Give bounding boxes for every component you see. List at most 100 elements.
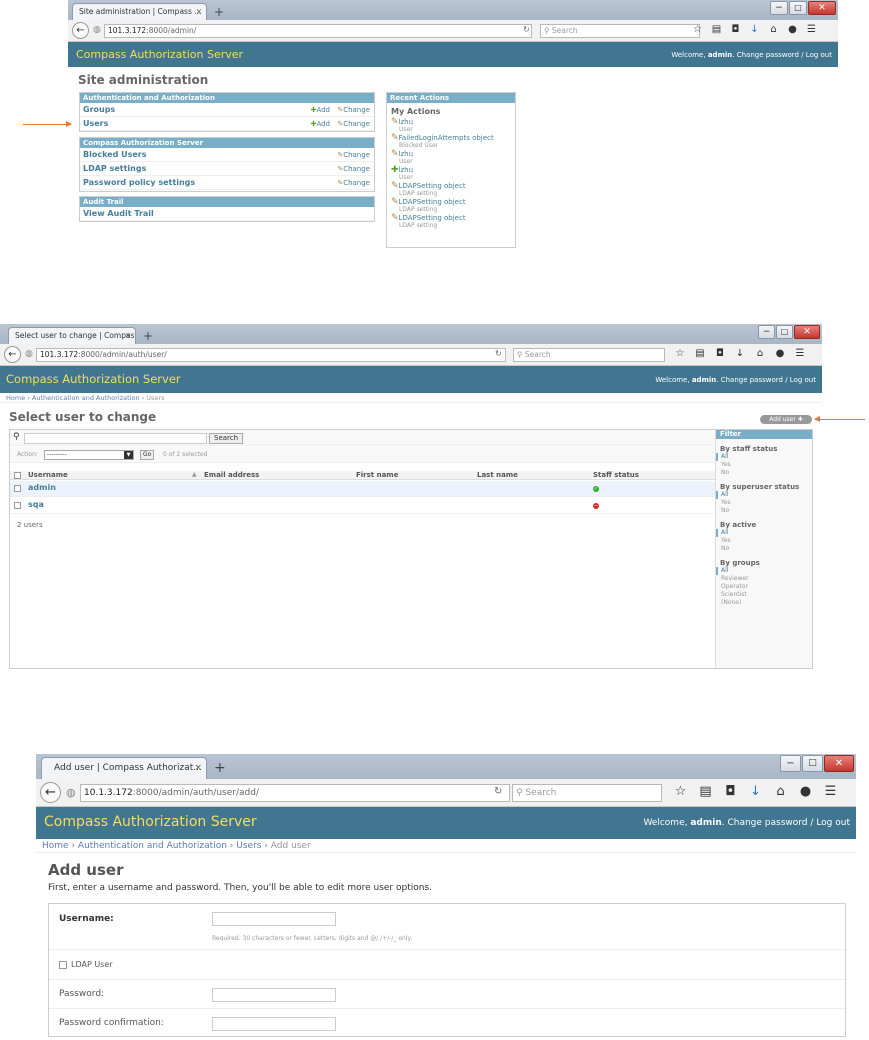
star-icon[interactable]: ☆ <box>688 24 707 35</box>
browser-tab[interactable]: Site administration | Compass ... × <box>72 3 207 20</box>
change-link[interactable]: ✎Change <box>337 162 370 176</box>
recent-action-link[interactable]: FailedLoginAttempts object <box>399 134 494 142</box>
change-link[interactable]: ✎Change <box>337 117 370 131</box>
reload-icon[interactable]: ↻ <box>523 25 530 34</box>
go-button[interactable]: Go <box>140 450 155 460</box>
new-tab-icon[interactable]: + <box>214 4 224 20</box>
column-header-email[interactable]: Email address <box>204 471 259 480</box>
address-bar[interactable]: 101.3.172:8000/admin/auth/user/ <box>36 348 506 362</box>
address-bar[interactable]: 101.3.172:8000/admin/ <box>104 24 532 38</box>
change-password-link[interactable]: Change password <box>737 51 799 59</box>
minimize-icon[interactable]: − <box>780 755 801 772</box>
filter-option[interactable]: No <box>716 507 812 515</box>
change-password-link[interactable]: Change password <box>721 376 783 384</box>
close-window-icon[interactable]: ✕ <box>794 325 820 339</box>
filter-option[interactable]: Scientist <box>716 591 812 599</box>
change-password-link[interactable]: Change password <box>727 818 807 828</box>
maximize-icon[interactable]: □ <box>776 325 793 339</box>
column-header-first-name[interactable]: First name <box>356 471 398 480</box>
password-input[interactable] <box>212 988 336 1002</box>
recent-action-link[interactable]: LDAPSetting object <box>399 182 466 190</box>
close-window-icon[interactable]: ✕ <box>824 755 854 772</box>
filter-option[interactable]: No <box>716 545 812 553</box>
column-header-username[interactable]: Username <box>28 471 68 480</box>
change-link[interactable]: ✎Change <box>337 148 370 162</box>
chat-icon[interactable]: ● <box>783 24 802 35</box>
filter-option[interactable]: Yes <box>716 499 812 507</box>
download-icon[interactable]: ↓ <box>730 348 750 359</box>
reload-icon[interactable]: ↻ <box>495 349 502 358</box>
breadcrumb-auth[interactable]: Authentication and Authorization <box>32 394 140 402</box>
hamburger-icon[interactable]: ☰ <box>818 784 843 799</box>
search-bar[interactable]: ⚲ Search <box>513 348 665 362</box>
model-link-groups[interactable]: Groups <box>83 105 115 114</box>
close-window-icon[interactable]: ✕ <box>808 1 836 15</box>
arrow-left-icon[interactable]: ← <box>4 346 21 363</box>
username-link[interactable]: sqa <box>28 500 44 509</box>
close-icon[interactable]: × <box>125 328 131 344</box>
chat-icon[interactable]: ● <box>770 348 790 359</box>
chat-icon[interactable]: ● <box>793 784 818 799</box>
changelist-search-input[interactable] <box>24 433 207 444</box>
search-button[interactable]: Search <box>209 433 244 444</box>
logout-link[interactable]: Log out <box>806 51 832 59</box>
breadcrumb-home[interactable]: Home <box>6 394 25 402</box>
address-bar[interactable]: 10.1.3.172:8000/admin/auth/user/add/ <box>80 784 510 802</box>
model-link-users[interactable]: Users <box>83 119 108 128</box>
home-icon[interactable]: ⌂ <box>768 784 793 799</box>
row-checkbox[interactable] <box>14 502 21 509</box>
filter-option[interactable]: All <box>716 529 812 537</box>
download-icon[interactable]: ↓ <box>745 24 764 35</box>
hamburger-icon[interactable]: ☰ <box>790 348 810 359</box>
ldap-user-checkbox[interactable] <box>59 961 67 969</box>
model-link-blocked-users[interactable]: Blocked Users <box>83 150 147 159</box>
filter-option[interactable]: All <box>716 567 812 575</box>
reload-icon[interactable]: ↻ <box>494 786 502 797</box>
username-link[interactable]: admin <box>28 483 56 492</box>
sort-ascending-icon[interactable]: ▲ <box>192 471 197 478</box>
new-tab-icon[interactable]: + <box>214 757 226 779</box>
filter-option[interactable]: Operator <box>716 583 812 591</box>
filter-option[interactable]: Reviewer <box>716 575 812 583</box>
close-icon[interactable]: × <box>196 4 202 20</box>
clipboard-icon[interactable]: ▤ <box>693 784 718 799</box>
minimize-icon[interactable]: − <box>758 325 775 339</box>
action-select[interactable]: --------- ▼ <box>44 450 134 460</box>
home-icon[interactable]: ⌂ <box>764 24 783 35</box>
star-icon[interactable]: ☆ <box>668 784 693 799</box>
column-header-last-name[interactable]: Last name <box>477 471 518 480</box>
search-bar[interactable]: ⚲ Search <box>512 784 662 802</box>
site-brand[interactable]: Compass Authorization Server <box>76 48 243 61</box>
maximize-icon[interactable]: □ <box>789 1 807 15</box>
maximize-icon[interactable]: □ <box>802 755 823 772</box>
search-bar[interactable]: ⚲ Search <box>540 24 700 38</box>
model-link-view-audit-trail[interactable]: View Audit Trail <box>83 209 154 218</box>
filter-option[interactable]: All <box>716 453 812 461</box>
clipboard-icon[interactable]: ▤ <box>707 24 726 35</box>
recent-action-link[interactable]: lzhu <box>399 118 414 126</box>
clipboard-icon[interactable]: ▤ <box>690 348 710 359</box>
filter-option[interactable]: (None) <box>716 599 812 607</box>
add-link[interactable]: ✚Add <box>311 117 330 131</box>
close-icon[interactable]: × <box>194 758 202 779</box>
breadcrumb-users[interactable]: Users <box>236 841 261 851</box>
site-brand[interactable]: Compass Authorization Server <box>6 372 181 386</box>
browser-tab[interactable]: Add user | Compass Authorizat... × <box>41 757 207 779</box>
change-link[interactable]: ✎Change <box>337 103 370 117</box>
username-input[interactable] <box>212 912 336 926</box>
site-brand[interactable]: Compass Authorization Server <box>44 814 257 830</box>
minimize-icon[interactable]: − <box>770 1 788 15</box>
breadcrumb-auth[interactable]: Authentication and Authorization <box>78 841 227 851</box>
new-tab-icon[interactable]: + <box>143 328 153 344</box>
recent-action-link[interactable]: lzhu <box>399 150 414 158</box>
add-user-button[interactable]: Add user ✚ <box>760 415 812 424</box>
select-all-checkbox[interactable] <box>14 472 21 479</box>
hamburger-icon[interactable]: ☰ <box>802 24 821 35</box>
recent-action-link[interactable]: lzhu <box>399 166 414 174</box>
download-icon[interactable]: ↓ <box>743 784 768 799</box>
filter-option[interactable]: All <box>716 491 812 499</box>
breadcrumb-home[interactable]: Home <box>42 841 69 851</box>
arrow-left-icon[interactable]: ← <box>72 22 89 39</box>
recent-action-link[interactable]: LDAPSetting object <box>399 198 466 206</box>
add-link[interactable]: ✚Add <box>311 103 330 117</box>
